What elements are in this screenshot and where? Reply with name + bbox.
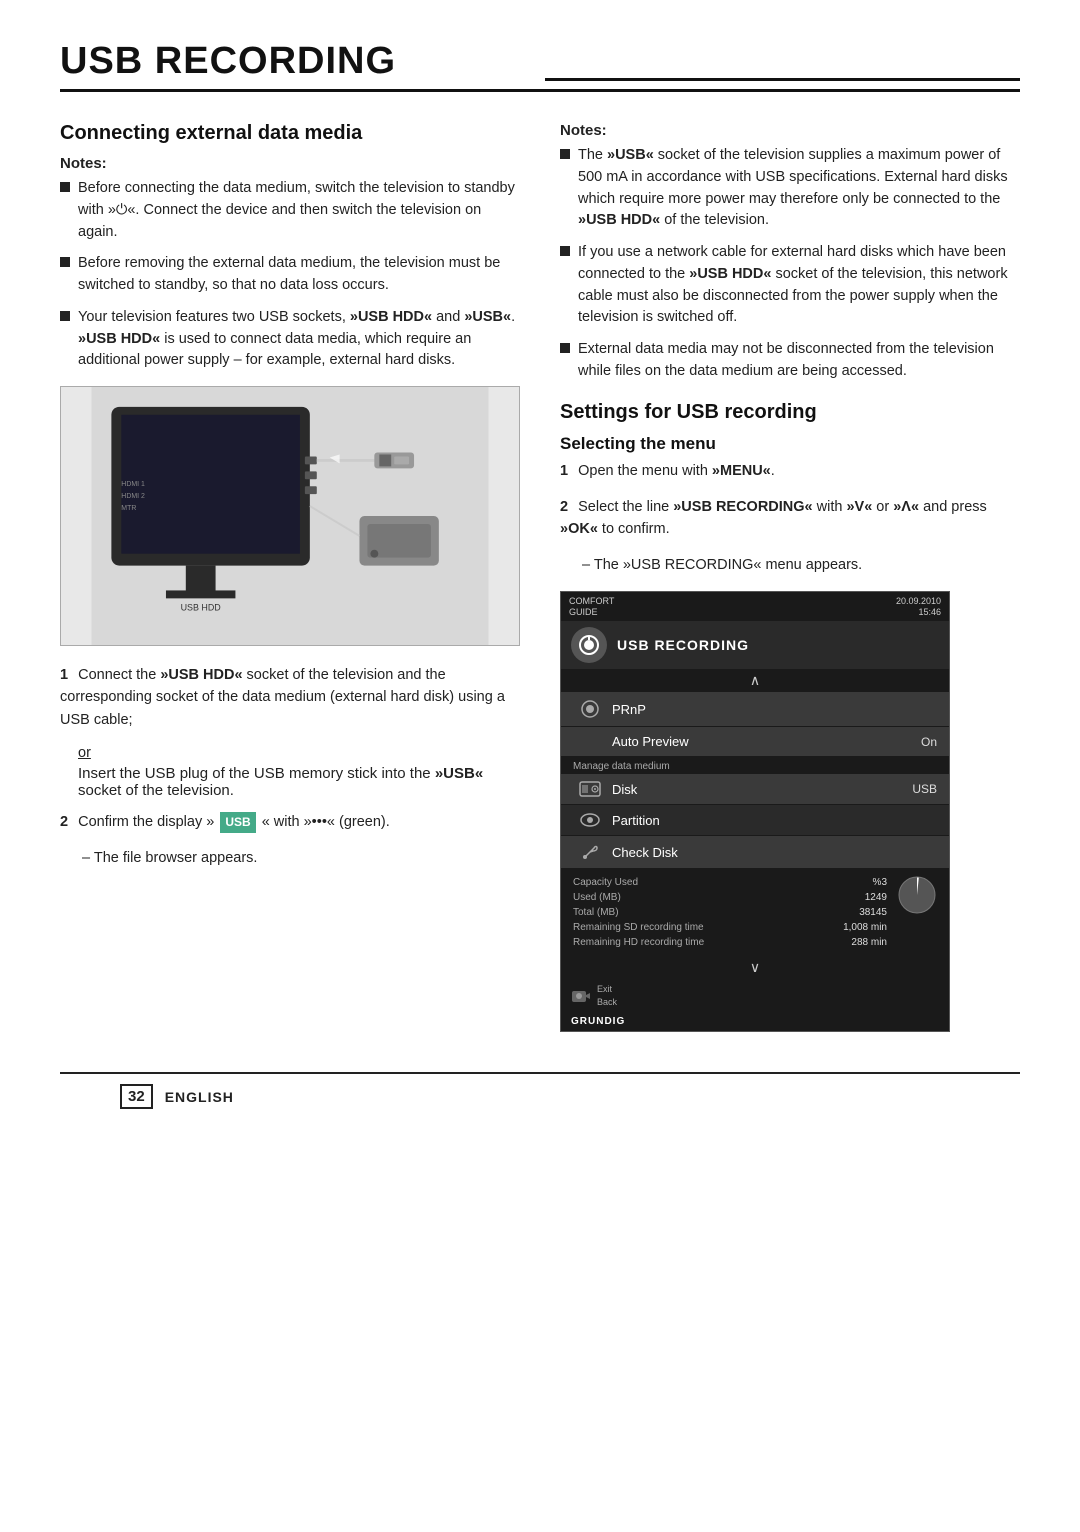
notes-label-left: Notes: xyxy=(60,155,520,172)
right-notes-list: The »USB« socket of the television suppl… xyxy=(560,145,1020,383)
settings-step-2: 2 Select the line »USB RECORDING« with »… xyxy=(560,496,1020,541)
menu-item-partition[interactable]: Partition xyxy=(561,805,949,835)
list-item: The »USB« socket of the television suppl… xyxy=(560,145,1020,232)
hd-recording-value: 288 min xyxy=(851,937,887,948)
or-label: or xyxy=(78,745,520,761)
datetime-label: 20.09.2010 15:46 xyxy=(896,596,941,619)
bullet-icon xyxy=(60,182,70,192)
total-mb-label: Total (MB) xyxy=(573,907,619,918)
disk-label: Disk xyxy=(612,782,637,797)
notes-label-right: Notes: xyxy=(560,122,1020,139)
step-2: 2 Confirm the display » USB « with »•••«… xyxy=(60,811,520,833)
prnp-label: PRnP xyxy=(612,702,646,717)
brand-label: GRUNDIG xyxy=(561,1012,949,1031)
settings-heading: Settings for USB recording xyxy=(560,401,1020,424)
list-item: External data media may not be disconnec… xyxy=(560,339,1020,383)
step-1: 1 Connect the »USB HDD« socket of the te… xyxy=(60,664,520,731)
hd-recording-row: Remaining HD recording time 288 min xyxy=(573,935,887,950)
sd-recording-row: Remaining SD recording time 1,008 min xyxy=(573,920,887,935)
list-item: Before connecting the data medium, switc… xyxy=(60,178,520,243)
capacity-used-row: Capacity Used %3 xyxy=(573,875,887,890)
ui-top-bar: COMFORT GUIDE 20.09.2010 15:46 xyxy=(561,592,949,621)
sd-recording-label: Remaining SD recording time xyxy=(573,922,704,933)
left-column: Connecting external data media Notes: Be… xyxy=(60,122,520,1032)
capacity-pie-chart xyxy=(897,875,937,950)
disk-value: USB xyxy=(912,782,937,796)
used-mb-row: Used (MB) 1249 xyxy=(573,890,887,905)
auto-preview-value: On xyxy=(921,735,937,749)
total-mb-value: 38145 xyxy=(859,907,887,918)
list-item: Your television features two USB sockets… xyxy=(60,307,520,372)
right-column: Notes: The »USB« socket of the televisio… xyxy=(560,122,1020,1032)
page-title: USB RECORDING xyxy=(60,40,1020,92)
menu-item-disk[interactable]: Disk USB xyxy=(561,774,949,804)
footer: 32 ENGLISH xyxy=(60,1072,1020,1117)
ui-header: USB RECORDING xyxy=(561,621,949,669)
auto-preview-label: Auto Preview xyxy=(612,734,689,749)
list-item: Before removing the external data medium… xyxy=(60,253,520,297)
sd-recording-value: 1,008 min xyxy=(843,922,887,933)
menu-item-check-disk[interactable]: Check Disk xyxy=(561,836,949,868)
svg-text:HDMI 1: HDMI 1 xyxy=(121,481,145,488)
settings-step-2-dash: The »USB RECORDING« menu appears. xyxy=(560,555,1020,577)
bullet-icon xyxy=(560,149,570,159)
back-label: Back xyxy=(597,996,617,1009)
bullet-icon xyxy=(560,246,570,256)
ui-stats-section: Capacity Used %3 Used (MB) 1249 Total (M… xyxy=(561,869,949,956)
capacity-used-label: Capacity Used xyxy=(573,877,638,888)
exit-label: Exit xyxy=(597,983,617,996)
capacity-used-value: %3 xyxy=(873,877,887,888)
chevron-down-icon: ∨ xyxy=(561,956,949,979)
camera-icon xyxy=(571,988,591,1004)
page-number: 32 xyxy=(120,1084,153,1109)
language-label: ENGLISH xyxy=(165,1089,234,1105)
left-notes-list: Before connecting the data medium, switc… xyxy=(60,178,520,372)
hd-recording-label: Remaining HD recording time xyxy=(573,937,704,948)
svg-text:HDMI 2: HDMI 2 xyxy=(121,493,145,500)
list-item: If you use a network cable for external … xyxy=(560,242,1020,329)
menu-item-prnp[interactable]: PRnP xyxy=(561,692,949,726)
settings-section: Settings for USB recording Selecting the… xyxy=(560,401,1020,1033)
chevron-up-icon: ∧ xyxy=(561,669,949,692)
ui-menu-title: USB RECORDING xyxy=(617,637,749,653)
bullet-icon xyxy=(60,257,70,267)
ui-screenshot: COMFORT GUIDE 20.09.2010 15:46 USB xyxy=(560,591,950,1033)
tv-diagram-image: USB HDD HDMI 1 HDMI 2 MTR xyxy=(60,386,520,646)
selecting-menu-heading: Selecting the menu xyxy=(560,434,1020,454)
check-disk-label: Check Disk xyxy=(612,845,678,860)
manage-data-medium-label: Manage data medium xyxy=(561,757,949,774)
menu-item-auto-preview[interactable]: Auto Preview On xyxy=(561,727,949,756)
used-mb-value: 1249 xyxy=(865,892,887,903)
ui-bottom-bar: Exit Back xyxy=(561,979,949,1012)
comfort-guide-label: COMFORT GUIDE xyxy=(569,596,614,619)
usb-badge: USB xyxy=(220,812,255,833)
partition-label: Partition xyxy=(612,813,660,828)
used-mb-label: Used (MB) xyxy=(573,892,621,903)
svg-text:USB HDD: USB HDD xyxy=(181,602,222,612)
bullet-icon xyxy=(60,311,70,321)
section-heading-connecting: Connecting external data media xyxy=(60,122,520,145)
svg-text:MTR: MTR xyxy=(121,505,136,512)
settings-step-1: 1 Open the menu with »MENU«. xyxy=(560,460,1020,482)
bullet-icon xyxy=(560,343,570,353)
recording-icon xyxy=(571,627,607,663)
step-1-or: Insert the USB plug of the USB memory st… xyxy=(60,765,520,799)
step-2-dash: The file browser appears. xyxy=(60,848,520,870)
total-mb-row: Total (MB) 38145 xyxy=(573,905,887,920)
